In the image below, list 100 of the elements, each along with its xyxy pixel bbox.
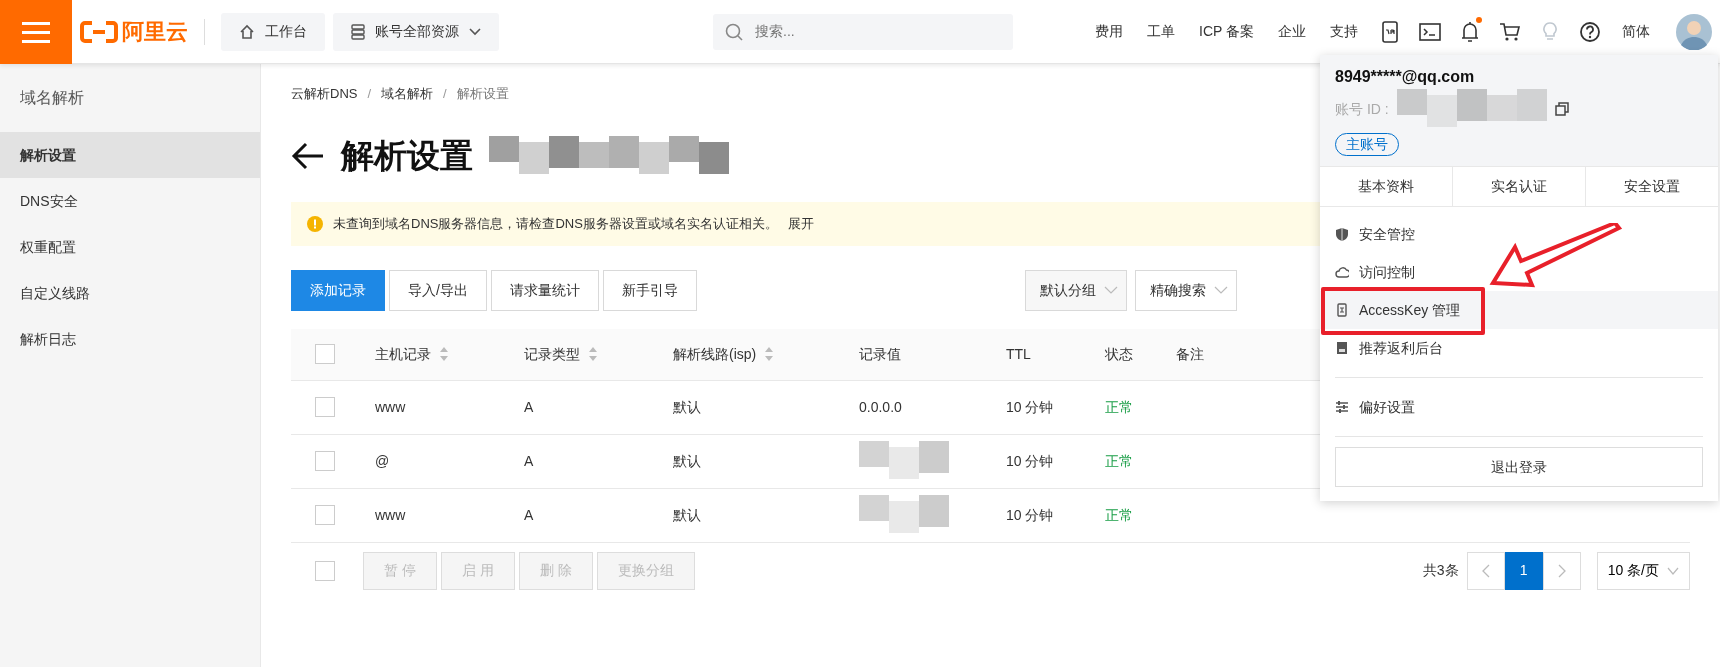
menu-button[interactable]: [0, 0, 72, 64]
terminal-icon[interactable]: [1419, 20, 1441, 43]
checkbox[interactable]: [315, 344, 335, 364]
alert-text: 未查询到域名DNS服务器信息，请检查DNS服务器设置或域名实名认证相关。: [333, 214, 778, 233]
phone-icon[interactable]: [1379, 20, 1401, 43]
alert-link[interactable]: 展开: [787, 213, 814, 234]
column-header[interactable]: 备注: [1176, 343, 1204, 365]
sidebar-item[interactable]: DNS安全: [0, 178, 260, 224]
logo-text: 阿里云: [122, 18, 188, 46]
sidebar-item[interactable]: 解析日志: [0, 316, 260, 362]
checkbox[interactable]: [315, 505, 335, 525]
table-cell-text: 默认: [672, 397, 702, 417]
checkbox[interactable]: [315, 397, 335, 417]
table-cell-text: 默认: [672, 505, 702, 525]
table-cell-text: 10 分钟: [1005, 451, 1055, 471]
logout-button[interactable]: 退出登录: [1335, 447, 1703, 487]
back-icon[interactable]: [291, 140, 325, 171]
column-header[interactable]: 记录值: [859, 343, 901, 365]
nav-link[interactable]: 费用: [1083, 21, 1135, 42]
chevron-left-icon: [1481, 563, 1490, 578]
page-size-dropdown[interactable]: 10 条/页: [1596, 551, 1690, 590]
breadcrumb-link[interactable]: 解析设置: [456, 84, 509, 104]
table-cell-text: 10 分钟: [1005, 505, 1055, 525]
next-page-button[interactable]: [1542, 551, 1581, 590]
caret-icon: [469, 27, 481, 36]
caret-icon: [1213, 286, 1228, 294]
sidebar-item[interactable]: 自定义线路: [0, 270, 260, 316]
account-tab[interactable]: 基本资料: [1320, 166, 1452, 207]
resources-dropdown[interactable]: 账号全部资源: [333, 12, 499, 51]
status-text: 正常: [1104, 505, 1134, 525]
account-tab[interactable]: 实名认证: [1452, 166, 1585, 207]
menu-item[interactable]: 推荐返利后台: [1320, 329, 1718, 367]
nav-link[interactable]: 工单: [1135, 21, 1187, 42]
checkbox[interactable]: [315, 451, 335, 471]
table-cell-text: www: [374, 505, 407, 525]
stack-icon: [351, 23, 365, 40]
nav-link[interactable]: 支持: [1318, 21, 1370, 42]
status-text: 正常: [1104, 397, 1134, 417]
home-icon: [239, 23, 255, 40]
table-cell-text: www: [374, 397, 407, 417]
filter-dropdown[interactable]: 精确搜索: [1134, 269, 1237, 311]
menu-item[interactable]: 安全管控: [1320, 215, 1718, 253]
checkbox[interactable]: [315, 560, 335, 581]
total-count: 共3条: [1422, 561, 1459, 580]
nav-link[interactable]: 企业: [1266, 21, 1318, 42]
table-cell-text: A: [523, 397, 535, 417]
page-title: 解析设置: [341, 135, 473, 176]
table-cell-text: 默认: [672, 451, 702, 471]
toolbar-button[interactable]: 添加记录: [291, 269, 385, 311]
warning-icon: [307, 215, 323, 232]
toolbar-button[interactable]: 新手引导: [602, 269, 697, 311]
sidebar-item[interactable]: 权重配置: [0, 224, 260, 270]
account-tab[interactable]: 安全设置: [1585, 166, 1718, 207]
workbench-button[interactable]: 工作台: [221, 12, 325, 51]
account-email: 8949*****@qq.com: [1335, 67, 1476, 87]
id-card-icon: [1335, 341, 1349, 355]
breadcrumb-link[interactable]: 云解析DNS: [291, 84, 358, 104]
sort-icon[interactable]: [764, 346, 775, 362]
avatar[interactable]: [1676, 13, 1712, 50]
table-cell-text: A: [523, 451, 535, 471]
cloud-icon: [1335, 265, 1349, 279]
language-link[interactable]: 简体: [1610, 21, 1662, 42]
sliders-icon: [1335, 400, 1349, 414]
sort-icon[interactable]: [588, 346, 598, 362]
account-id-label: 账号 ID :: [1335, 99, 1389, 119]
column-header[interactable]: 状态: [1105, 343, 1133, 365]
caret-icon: [1667, 566, 1679, 575]
breadcrumb-separator: /: [443, 85, 447, 103]
search-field[interactable]: 搜索...: [753, 20, 993, 43]
sidebar-title: 域名解析: [19, 88, 85, 108]
notification-icon[interactable]: [1459, 20, 1481, 43]
caret-icon: [1103, 286, 1118, 294]
table-cell-text: @: [374, 451, 391, 471]
menu-item[interactable]: AccessKey 管理: [1320, 291, 1718, 329]
menu-icon: [22, 20, 50, 43]
chevron-right-icon: [1557, 563, 1566, 578]
help-icon[interactable]: [1579, 20, 1601, 43]
search-box[interactable]: 搜索...: [713, 13, 1013, 50]
filter-dropdown[interactable]: 默认分组: [1024, 269, 1127, 311]
logo-icon: [80, 19, 118, 44]
status-text: 正常: [1104, 451, 1134, 471]
toolbar-button[interactable]: 导入/导出: [389, 269, 487, 311]
sidebar-item[interactable]: 解析设置: [0, 132, 260, 178]
table-cell-text: 10 分钟: [1005, 397, 1055, 417]
cart-icon[interactable]: [1499, 20, 1521, 43]
key-icon: [1335, 303, 1349, 317]
sort-icon[interactable]: [439, 346, 449, 362]
nav-link[interactable]: ICP 备案: [1187, 21, 1266, 42]
breadcrumb-link[interactable]: 域名解析: [381, 84, 434, 104]
page-button[interactable]: 1: [1504, 551, 1543, 590]
breadcrumb-separator: /: [367, 85, 372, 103]
shield-icon: [1335, 227, 1349, 241]
column-header[interactable]: 解析线路(isp): [673, 343, 757, 365]
column-header[interactable]: 主机记录: [375, 343, 431, 365]
copy-icon[interactable]: [1554, 102, 1569, 116]
toolbar-button[interactable]: 请求量统计: [490, 269, 599, 311]
column-header[interactable]: TTL: [1006, 343, 1031, 365]
column-header[interactable]: 记录类型: [524, 343, 580, 365]
menu-item[interactable]: 偏好设置: [1320, 388, 1718, 426]
table-cell-text: A: [523, 505, 535, 525]
